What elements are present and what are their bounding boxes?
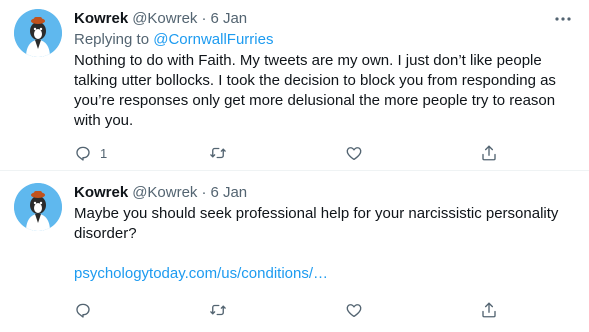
share-button[interactable] [472, 136, 506, 170]
separator-dot: · [201, 184, 207, 201]
user-handle[interactable]: @Kowrek [132, 9, 197, 29]
reply-icon [66, 136, 100, 170]
retweet-button[interactable] [201, 136, 271, 170]
tweet-header: Kowrek @Kowrek · 6 Jan [74, 9, 573, 29]
like-button[interactable] [337, 136, 407, 170]
display-name[interactable]: Kowrek [74, 183, 128, 203]
reply-button[interactable]: 1 [66, 136, 136, 170]
tweet[interactable]: Kowrek @Kowrek · 6 Jan Replying to @Corn… [0, 0, 589, 171]
avatar[interactable] [14, 9, 62, 57]
separator-dot: · [201, 10, 207, 27]
tweet-text: Maybe you should seek professional help … [74, 205, 559, 242]
like-icon [337, 293, 371, 327]
like-icon [337, 136, 371, 170]
share-icon [472, 293, 506, 327]
tweet-actions: 1 [66, 136, 506, 170]
retweet-icon [201, 293, 235, 327]
more-icon[interactable] [553, 9, 573, 29]
tweet-header: Kowrek @Kowrek · 6 Jan [74, 183, 573, 203]
avatar[interactable] [14, 183, 62, 231]
replying-to-label: Replying to [74, 31, 150, 48]
replying-to: Replying to @CornwallFurries [74, 30, 573, 50]
share-button[interactable] [472, 293, 506, 327]
reply-count: 1 [100, 145, 108, 161]
timestamp[interactable]: 6 Jan [210, 9, 247, 29]
user-handle[interactable]: @Kowrek [132, 183, 197, 203]
retweet-button[interactable] [201, 293, 271, 327]
display-name[interactable]: Kowrek [74, 9, 128, 29]
share-icon [472, 136, 506, 170]
reply-icon [66, 293, 100, 327]
external-link[interactable]: psychologytoday.com/us/conditions/… [74, 264, 573, 284]
tweet-text: Nothing to do with Faith. My tweets are … [74, 52, 556, 129]
avatar-image [14, 183, 62, 231]
tweet-actions [66, 293, 506, 327]
like-button[interactable] [337, 293, 407, 327]
retweet-icon [201, 136, 235, 170]
avatar-image [14, 9, 62, 57]
reply-button[interactable] [66, 293, 136, 327]
mention-link[interactable]: @CornwallFurries [153, 31, 273, 48]
timestamp[interactable]: 6 Jan [210, 183, 247, 203]
